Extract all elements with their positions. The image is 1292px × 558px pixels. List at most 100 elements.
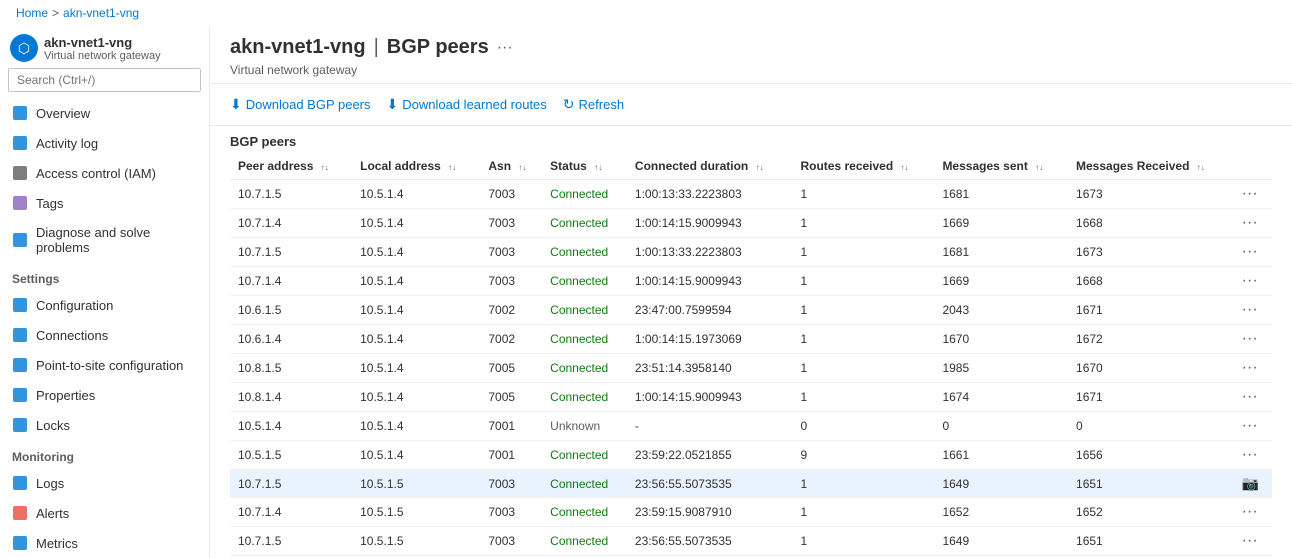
more-row-icon[interactable]: ··· [1242, 243, 1258, 260]
cell-0-3: Connected [542, 180, 627, 209]
point-to-site-icon [12, 357, 28, 373]
more-row-icon[interactable]: ··· [1242, 503, 1258, 520]
cell-2-1: 10.5.1.4 [352, 238, 480, 267]
cell-3-2: 7003 [480, 267, 542, 296]
row-actions-10[interactable]: 📷 [1234, 470, 1272, 498]
cell-4-4: 23:47:00.7599594 [627, 296, 793, 325]
cell-10-2: 7003 [480, 470, 542, 498]
breadcrumb: Home > akn-vnet1-vng [0, 0, 1292, 26]
cell-8-1: 10.5.1.4 [352, 412, 480, 441]
more-row-icon[interactable]: ··· [1242, 417, 1258, 434]
cell-12-3: Connected [542, 527, 627, 556]
table-row: 10.6.1.510.5.1.47002Connected23:47:00.75… [230, 296, 1272, 325]
sidebar-item-activity-log[interactable]: Activity log [0, 128, 209, 158]
more-row-icon[interactable]: ··· [1242, 330, 1258, 347]
more-row-icon[interactable]: ··· [1242, 214, 1258, 231]
cell-9-2: 7001 [480, 441, 542, 470]
refresh-button[interactable]: ↻ Refresh [563, 92, 624, 117]
cell-1-5: 1 [792, 209, 934, 238]
search-input[interactable] [8, 68, 201, 92]
sidebar-item-tags[interactable]: Tags [0, 188, 209, 218]
more-row-icon[interactable]: ··· [1242, 532, 1258, 549]
sidebar: ⬡ akn-vnet1-vng Virtual network gateway … [0, 26, 210, 558]
sort-icon-1: ↑↓ [448, 164, 456, 172]
cell-0-2: 7003 [480, 180, 542, 209]
cell-1-3: Connected [542, 209, 627, 238]
more-row-icon[interactable]: ··· [1242, 185, 1258, 202]
sidebar-item-overview[interactable]: Overview [0, 98, 209, 128]
row-actions-12[interactable]: ··· [1234, 527, 1272, 556]
col-header-5[interactable]: Routes received ↑↓ [792, 153, 934, 180]
breadcrumb-home[interactable]: Home [16, 6, 48, 20]
breadcrumb-resource[interactable]: akn-vnet1-vng [63, 6, 139, 20]
sidebar-item-diagnose[interactable]: Diagnose and solve problems [0, 218, 209, 262]
col-header-2[interactable]: Asn ↑↓ [480, 153, 542, 180]
resource-icon: ⬡ [10, 34, 38, 62]
cell-5-5: 1 [792, 325, 934, 354]
cell-7-4: 1:00:14:15.9009943 [627, 383, 793, 412]
sidebar-item-properties[interactable]: Properties [0, 380, 209, 410]
col-header-1[interactable]: Local address ↑↓ [352, 153, 480, 180]
cell-5-0: 10.6.1.4 [230, 325, 352, 354]
properties-icon [12, 387, 28, 403]
cell-1-6: 1669 [934, 209, 1068, 238]
row-actions-3[interactable]: ··· [1234, 267, 1272, 296]
cell-10-5: 1 [792, 470, 934, 498]
cell-6-4: 23:51:14.3958140 [627, 354, 793, 383]
more-row-icon[interactable]: ··· [1242, 359, 1258, 376]
sidebar-item-configuration[interactable]: Configuration [0, 290, 209, 320]
table-row: 10.8.1.510.5.1.47005Connected23:51:14.39… [230, 354, 1272, 383]
cell-8-6: 0 [934, 412, 1068, 441]
row-actions-9[interactable]: ··· [1234, 441, 1272, 470]
sidebar-item-point-to-site[interactable]: Point-to-site configuration [0, 350, 209, 380]
sidebar-item-label-logs: Logs [36, 476, 64, 491]
row-actions-8[interactable]: ··· [1234, 412, 1272, 441]
cell-7-0: 10.8.1.4 [230, 383, 352, 412]
cell-2-7: 1673 [1068, 238, 1234, 267]
download-bgp-button[interactable]: ⬇ Download BGP peers [230, 92, 371, 117]
more-row-icon[interactable]: ··· [1242, 301, 1258, 318]
tags-icon [12, 195, 28, 211]
col-header-0[interactable]: Peer address ↑↓ [230, 153, 352, 180]
row-actions-7[interactable]: ··· [1234, 383, 1272, 412]
col-header-4[interactable]: Connected duration ↑↓ [627, 153, 793, 180]
cell-8-0: 10.5.1.4 [230, 412, 352, 441]
table-row: 10.5.1.410.5.1.47001Unknown-000··· [230, 412, 1272, 441]
sidebar-item-logs[interactable]: Logs [0, 468, 209, 498]
cell-0-7: 1673 [1068, 180, 1234, 209]
sort-icon-2: ↑↓ [518, 164, 526, 172]
cell-11-0: 10.7.1.4 [230, 498, 352, 527]
download-bgp-label: Download BGP peers [246, 97, 371, 112]
col-header-3[interactable]: Status ↑↓ [542, 153, 627, 180]
more-row-icon[interactable]: ··· [1242, 272, 1258, 289]
table-row: 10.7.1.510.5.1.47003Connected1:00:13:33.… [230, 180, 1272, 209]
sidebar-item-locks[interactable]: Locks [0, 410, 209, 440]
more-row-icon[interactable]: ··· [1242, 446, 1258, 463]
row-actions-2[interactable]: ··· [1234, 238, 1272, 267]
sidebar-item-metrics[interactable]: Metrics [0, 528, 209, 558]
sidebar-item-label-access-control: Access control (IAM) [36, 166, 156, 181]
cell-6-6: 1985 [934, 354, 1068, 383]
sort-icon-6: ↑↓ [1035, 164, 1043, 172]
sidebar-item-connections[interactable]: Connections [0, 320, 209, 350]
row-actions-5[interactable]: ··· [1234, 325, 1272, 354]
sidebar-item-label-diagnose: Diagnose and solve problems [36, 225, 197, 255]
col-header-6[interactable]: Messages sent ↑↓ [934, 153, 1068, 180]
more-options-icon[interactable]: ··· [497, 39, 513, 57]
row-actions-11[interactable]: ··· [1234, 498, 1272, 527]
sidebar-item-label-alerts: Alerts [36, 506, 69, 521]
sidebar-item-alerts[interactable]: Alerts [0, 498, 209, 528]
row-actions-4[interactable]: ··· [1234, 296, 1272, 325]
col-header-7[interactable]: Messages Received ↑↓ [1068, 153, 1234, 180]
sidebar-item-access-control[interactable]: Access control (IAM) [0, 158, 209, 188]
download-routes-button[interactable]: ⬇ Download learned routes [387, 92, 547, 117]
cell-2-3: Connected [542, 238, 627, 267]
cell-0-6: 1681 [934, 180, 1068, 209]
sidebar-resource-name: akn-vnet1-vng [44, 35, 161, 50]
row-actions-6[interactable]: ··· [1234, 354, 1272, 383]
row-actions-0[interactable]: ··· [1234, 180, 1272, 209]
more-row-icon[interactable]: ··· [1242, 388, 1258, 405]
row-actions-1[interactable]: ··· [1234, 209, 1272, 238]
cell-6-3: Connected [542, 354, 627, 383]
section-label: BGP peers [230, 126, 1272, 153]
